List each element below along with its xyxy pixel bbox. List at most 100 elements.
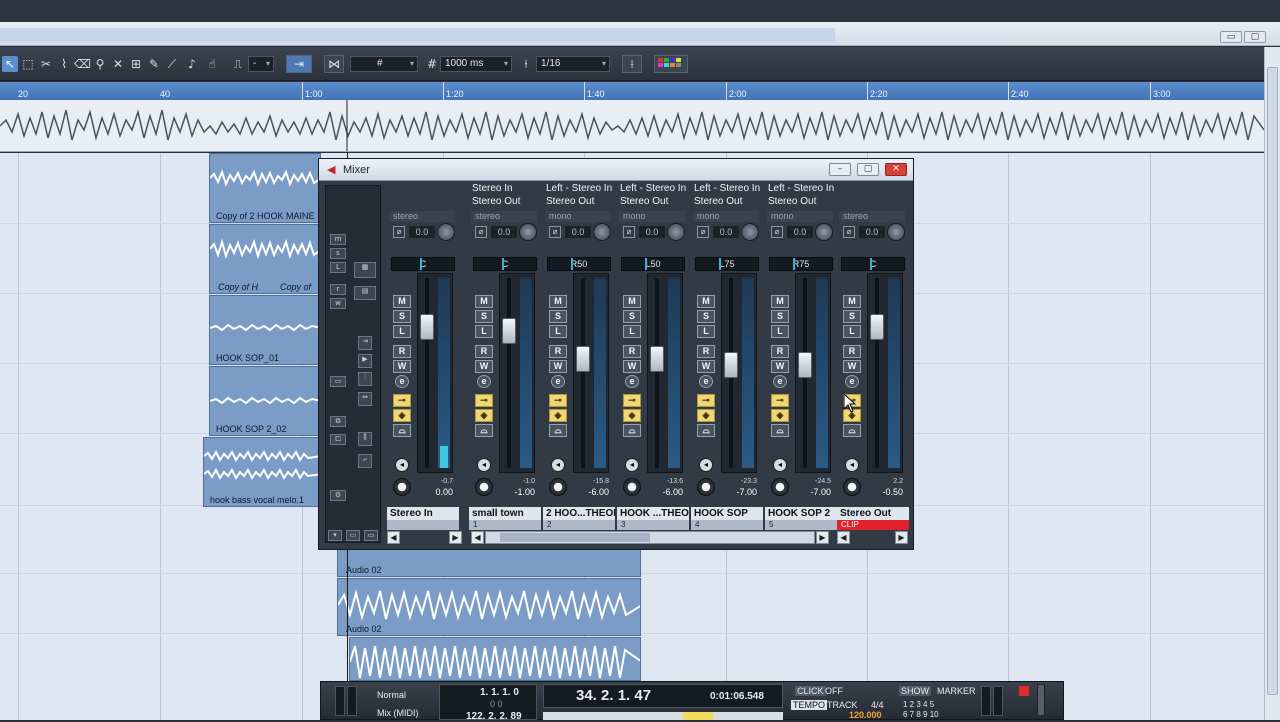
send-bypass-icon[interactable]: ⌓ (771, 424, 789, 437)
phase-icon[interactable]: ⌀ (475, 226, 487, 238)
input-gain-value[interactable]: 0.0 (859, 226, 885, 238)
insert-bypass-icon[interactable]: ⊸ (549, 394, 567, 407)
volume-value[interactable]: -6.00 (647, 487, 683, 499)
input-routing[interactable]: Left - Stereo In (694, 183, 762, 196)
pan-control[interactable]: C (841, 257, 905, 271)
input-gain-knob[interactable] (667, 223, 685, 241)
volume-fader[interactable] (795, 273, 831, 473)
audio-clip[interactable]: HOOK SOP_01 (209, 295, 321, 365)
panel-layout-icon[interactable]: ▭ (346, 530, 360, 541)
eq-bypass-icon[interactable]: ◈ (475, 409, 493, 422)
channel-name[interactable]: Stereo In (387, 507, 459, 520)
routing-icon[interactable]: ⤶ (358, 454, 372, 468)
write-automation-button[interactable]: W (475, 360, 493, 373)
paste-icon[interactable]: ⧠ (330, 434, 346, 445)
volume-value[interactable]: -7.00 (721, 487, 757, 499)
send-bypass-icon[interactable]: ⌓ (475, 424, 493, 437)
audio-clip[interactable]: Copy of H Copy of (209, 224, 321, 294)
phase-icon[interactable]: ⌀ (623, 226, 635, 238)
panel-wide-icon[interactable]: ▭ (364, 530, 378, 541)
pan-control[interactable]: C (391, 257, 455, 271)
input-gain-value[interactable]: 0.0 (491, 226, 517, 238)
monitor-button-icon[interactable]: ◂ (773, 458, 787, 472)
output-routing[interactable] (840, 196, 908, 209)
global-listen-icon[interactable]: L (330, 262, 346, 273)
read-automation-button[interactable]: R (549, 345, 567, 358)
settings-icon[interactable]: ⚙ (330, 490, 346, 501)
strips-scroll-left-icon[interactable]: ◀ (471, 531, 484, 544)
left-locator[interactable]: 1. 1. 1. 0 (480, 687, 519, 698)
locators-display[interactable]: 1. 1. 1. 0 0 0 122. 2. 2. 89 (439, 684, 537, 722)
mute-button[interactable]: M (771, 295, 789, 308)
insert-bypass-icon[interactable]: ⊸ (771, 394, 789, 407)
pan-control[interactable]: C (473, 257, 537, 271)
send-bypass-icon[interactable]: ⌓ (393, 424, 411, 437)
channel-name[interactable]: 2 HOO...THEOR (543, 507, 615, 520)
monitor-button-icon[interactable]: ◂ (477, 458, 491, 472)
audio-clip[interactable] (349, 637, 641, 681)
listen-button[interactable]: L (393, 325, 411, 338)
volume-value[interactable]: -0.50 (867, 487, 903, 499)
channel-name[interactable]: HOOK ...THEOR (617, 507, 689, 520)
audio-clip[interactable]: Audio 02 (337, 578, 641, 636)
eq-bypass-icon[interactable]: ◈ (623, 409, 641, 422)
grid-value-select[interactable]: 1000 ms ▾ (440, 56, 512, 72)
output-routing[interactable]: Stereo Out (472, 196, 540, 209)
show-markers-button[interactable]: SHOW (899, 686, 931, 696)
color-palette-icon[interactable] (654, 55, 688, 73)
record-enable-button[interactable] (771, 478, 789, 496)
phase-icon[interactable]: ⌀ (843, 226, 855, 238)
global-solo-icon[interactable]: s (330, 248, 346, 259)
solo-button[interactable]: S (549, 310, 567, 323)
timeline-ruler[interactable]: 20 40 1:00 1:20 1:40 2:00 2:20 2:40 3:00 (0, 82, 1264, 100)
listen-button[interactable]: L (623, 325, 641, 338)
phase-icon[interactable]: ⌀ (771, 226, 783, 238)
out-scroll-left-icon[interactable]: ◀ (837, 531, 850, 544)
draw-tool-icon[interactable]: ✎ (146, 56, 162, 72)
listen-button[interactable]: L (843, 325, 861, 338)
read-automation-button[interactable]: R (623, 345, 641, 358)
solo-button[interactable]: S (697, 310, 715, 323)
split-tool-icon[interactable]: ✂ (38, 56, 54, 72)
copy-icon[interactable]: ⧉ (330, 416, 346, 427)
output-routing[interactable]: Stereo Out (546, 196, 614, 209)
input-routing[interactable] (840, 183, 908, 196)
volume-value[interactable]: -7.00 (795, 487, 831, 499)
minimize-button[interactable]: ▭ (1220, 31, 1242, 43)
mute-button[interactable]: M (623, 295, 641, 308)
read-automation-button[interactable]: R (697, 345, 715, 358)
master-fader[interactable] (1037, 684, 1045, 716)
grid-type-select[interactable]: # ▾ (350, 56, 418, 72)
eq-bypass-icon[interactable]: ◈ (549, 409, 567, 422)
insert-bypass-icon[interactable]: ⊸ (475, 394, 493, 407)
channel-view-icon[interactable]: ▦ (354, 262, 376, 278)
channel-name[interactable]: small town (469, 507, 541, 520)
quantize-apply-icon[interactable]: ⟊ (622, 55, 642, 73)
send-bypass-icon[interactable]: ⌓ (697, 424, 715, 437)
audio-clip[interactable]: Audio 02 (337, 549, 641, 577)
extended-view-icon[interactable]: ▤ (354, 286, 376, 300)
channel-name[interactable]: HOOK SOP 2 (765, 507, 837, 520)
mixer-horizontal-scrollbar[interactable] (485, 531, 815, 544)
fader-cap[interactable] (798, 352, 812, 378)
monitor-button-icon[interactable]: ◂ (845, 458, 859, 472)
eq-bypass-icon[interactable]: ◈ (393, 409, 411, 422)
record-enable-button[interactable] (393, 478, 411, 496)
time-warp-tool-icon[interactable]: ⊞ (128, 56, 144, 72)
volume-fader[interactable] (721, 273, 757, 473)
autoscroll-icon[interactable]: ⎍ (230, 56, 246, 72)
record-enable-button[interactable] (697, 478, 715, 496)
monitor-button-icon[interactable]: ◂ (395, 458, 409, 472)
restore-button[interactable]: ▢ (1244, 31, 1266, 43)
write-automation-button[interactable]: W (549, 360, 567, 373)
insert-bypass-icon[interactable]: ⊸ (393, 394, 411, 407)
eq-icon[interactable]: ⫶ (358, 372, 372, 386)
time-position[interactable]: 0:01:06.548 (710, 691, 764, 702)
global-write-icon[interactable]: w (330, 298, 346, 309)
channel-name[interactable]: HOOK SOP (691, 507, 763, 520)
mute-tool-icon[interactable]: ✕ (110, 56, 126, 72)
erase-tool-icon[interactable]: ⌫ (74, 56, 91, 72)
input-gain-value[interactable]: 0.0 (787, 226, 813, 238)
mixer-window[interactable]: ◀ Mixer – ▢ ✕ m s L r w ▭ ⧉ ⧠ ⚙ ▦ ▤ ⇥ ▶ … (318, 158, 914, 550)
pointer-tool-icon[interactable]: ↖ (2, 56, 18, 72)
